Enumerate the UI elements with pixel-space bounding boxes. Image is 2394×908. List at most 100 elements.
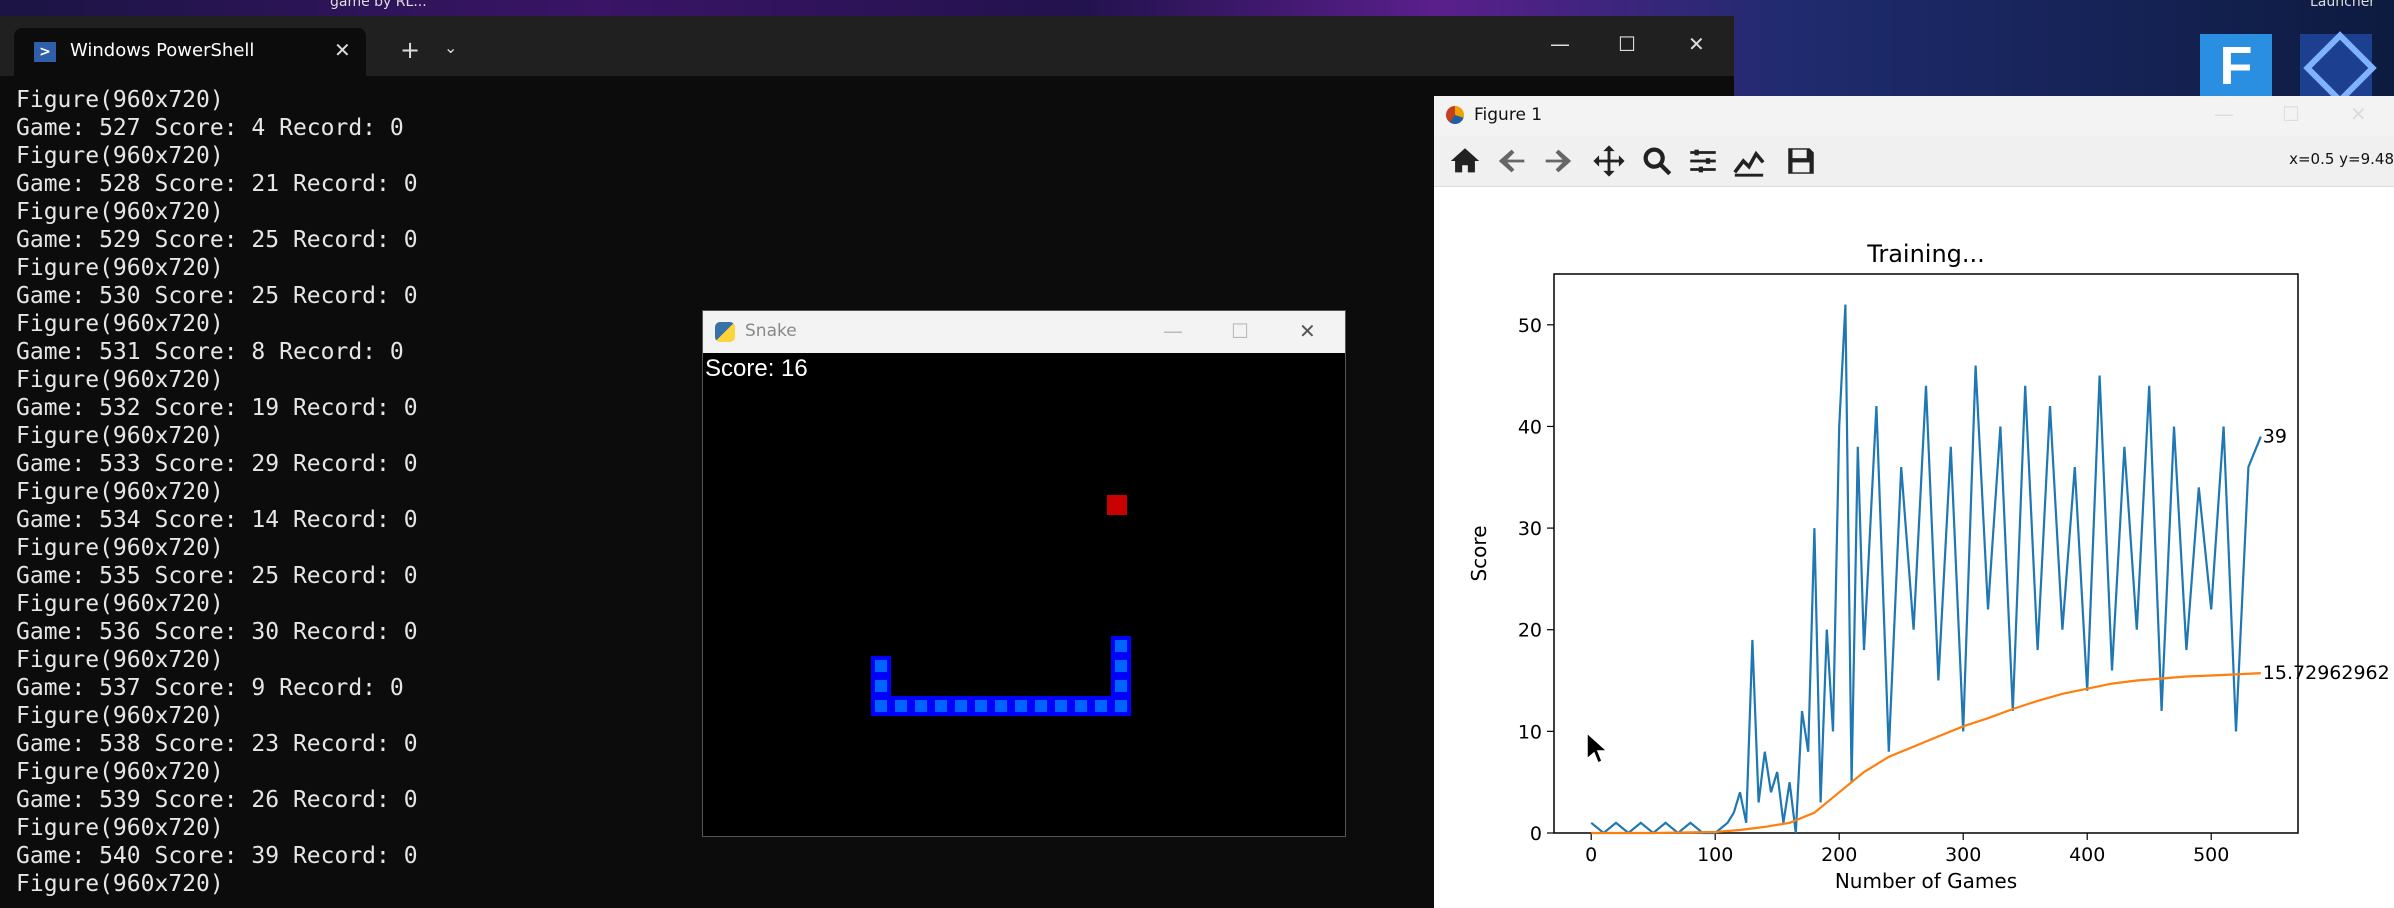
terminal-line: Game: 531 Score: 8 Record: 0 (16, 339, 404, 365)
back-arrow-icon[interactable] (1496, 144, 1530, 178)
figure-maximize-button[interactable]: ☐ (2282, 102, 2300, 126)
terminal-line: Game: 540 Score: 39 Record: 0 (16, 843, 418, 869)
terminal-line: Figure(960x720) (16, 143, 224, 169)
snake-segment (871, 656, 891, 676)
customize-icon[interactable] (1732, 144, 1766, 178)
terminal-output[interactable]: Figure(960x720) Game: 527 Score: 4 Record… (16, 86, 418, 898)
terminal-line: Game: 535 Score: 25 Record: 0 (16, 563, 418, 589)
new-tab-button[interactable]: + (400, 36, 420, 64)
figure-title-bar: Figure 1 — ☐ ✕ (1434, 96, 2394, 136)
terminal-line: Game: 539 Score: 26 Record: 0 (16, 787, 418, 813)
figure-close-button[interactable]: ✕ (2350, 102, 2367, 126)
x-tick-label: 400 (2069, 844, 2105, 866)
mouse-cursor-icon (1586, 732, 1608, 765)
terminal-line: Figure(960x720) (16, 703, 224, 729)
home-icon[interactable] (1448, 144, 1482, 178)
x-tick-label: 100 (1697, 844, 1733, 866)
forward-arrow-icon[interactable] (1540, 144, 1574, 178)
snake-game-canvas[interactable]: Score: 16 (703, 353, 1345, 836)
snake-segment (1111, 696, 1131, 716)
terminal-line: Figure(960x720) (16, 535, 224, 561)
launcher-f-icon[interactable]: F (2200, 34, 2272, 98)
y-tick-label: 10 (1518, 721, 1542, 743)
snake-segment (891, 696, 911, 716)
snake-maximize-button[interactable]: ☐ (1231, 319, 1249, 343)
figure-toolbar: x=0.5 y=9.48 (1434, 136, 2394, 187)
terminal-line: Figure(960x720) (16, 871, 224, 897)
launcher-game-icon[interactable] (2300, 34, 2372, 98)
subplots-icon[interactable] (1686, 144, 1720, 178)
terminal-line: Game: 538 Score: 23 Record: 0 (16, 731, 418, 757)
terminal-line: Game: 537 Score: 9 Record: 0 (16, 675, 404, 701)
y-tick-label: 0 (1530, 823, 1542, 845)
snake-segment (931, 696, 951, 716)
snake-game-window: Snake — ☐ ✕ Score: 16 (702, 310, 1346, 837)
matplotlib-figure-window: Figure 1 — ☐ ✕ x=0.5 y=9.48 Training... N… (1434, 96, 2394, 908)
terminal-line: Figure(960x720) (16, 423, 224, 449)
pan-icon[interactable] (1592, 144, 1626, 178)
snake-segment (951, 696, 971, 716)
terminal-line: Game: 528 Score: 21 Record: 0 (16, 171, 418, 197)
y-tick-label: 20 (1518, 620, 1542, 642)
training-chart[interactable]: Training...Number of GamesScore0 100 200 30… (1434, 187, 2394, 908)
snake-window-title: Snake (745, 321, 797, 341)
desktop-caption-right: Launcher (2310, 0, 2376, 10)
terminal-minimize-button[interactable]: — (1550, 32, 1570, 56)
chart-title: Training... (1866, 240, 1985, 268)
x-tick-label: 200 (1821, 844, 1857, 866)
terminal-close-button[interactable]: ✕ (1688, 32, 1705, 56)
terminal-line: Game: 534 Score: 14 Record: 0 (16, 507, 418, 533)
terminal-line: Figure(960x720) (16, 255, 224, 281)
tab-dropdown-chevron-icon[interactable]: ⌄ (444, 38, 457, 57)
x-tick-label: 300 (1945, 844, 1981, 866)
tab-powershell[interactable]: > Windows PowerShell ✕ (14, 28, 366, 76)
terminal-line: Figure(960x720) (16, 87, 224, 113)
snake-food (1107, 495, 1127, 515)
snake-close-button[interactable]: ✕ (1299, 319, 1316, 343)
y-tick-label: 30 (1518, 518, 1542, 540)
terminal-line: Figure(960x720) (16, 311, 224, 337)
terminal-line: Figure(960x720) (16, 479, 224, 505)
terminal-line: Game: 532 Score: 19 Record: 0 (16, 395, 418, 421)
y-tick-label: 40 (1518, 416, 1542, 438)
terminal-line: Figure(960x720) (16, 367, 224, 393)
terminal-tab-bar: > Windows PowerShell ✕ + ⌄ — ☐ ✕ (0, 16, 1734, 76)
snake-segment (1111, 656, 1131, 676)
tab-close-icon[interactable]: ✕ (334, 38, 351, 62)
zoom-icon[interactable] (1640, 144, 1674, 178)
snake-segment (871, 696, 891, 716)
terminal-line: Game: 533 Score: 29 Record: 0 (16, 451, 418, 477)
snake-segment (911, 696, 931, 716)
y-tick-label: 50 (1518, 315, 1542, 337)
snake-minimize-button[interactable]: — (1163, 319, 1183, 343)
x-tick-label: 500 (2193, 844, 2229, 866)
snake-segment (991, 696, 1011, 716)
snake-segment (1011, 696, 1031, 716)
x-axis-label: Number of Games (1835, 869, 2017, 893)
terminal-line: Figure(960x720) (16, 759, 224, 785)
save-icon[interactable] (1784, 144, 1818, 178)
last-score-label: 39 (2263, 426, 2287, 448)
snake-segment (971, 696, 991, 716)
snake-segment (1111, 676, 1131, 696)
matplotlib-icon (1446, 106, 1464, 124)
snake-segment (1111, 636, 1131, 656)
y-axis-label: Score (1467, 525, 1491, 581)
snake-segment (1031, 696, 1051, 716)
snake-segment (871, 676, 891, 696)
python-icon (715, 322, 735, 342)
terminal-line: Figure(960x720) (16, 647, 224, 673)
cursor-coordinate-readout: x=0.5 y=9.48 (2289, 150, 2394, 168)
figure-minimize-button[interactable]: — (2214, 102, 2234, 126)
snake-title-bar: Snake — ☐ ✕ (703, 311, 1345, 353)
powershell-icon: > (34, 42, 56, 62)
terminal-line: Figure(960x720) (16, 591, 224, 617)
figure-window-title: Figure 1 (1474, 105, 1543, 125)
terminal-maximize-button[interactable]: ☐ (1618, 32, 1636, 56)
terminal-line: Game: 530 Score: 25 Record: 0 (16, 283, 418, 309)
snake-score-label: Score: 16 (705, 355, 808, 382)
desktop-caption-left: game by RL... (330, 0, 427, 10)
terminal-line: Game: 529 Score: 25 Record: 0 (16, 227, 418, 253)
snake-segment (1051, 696, 1071, 716)
x-tick-label: 0 (1585, 844, 1597, 866)
